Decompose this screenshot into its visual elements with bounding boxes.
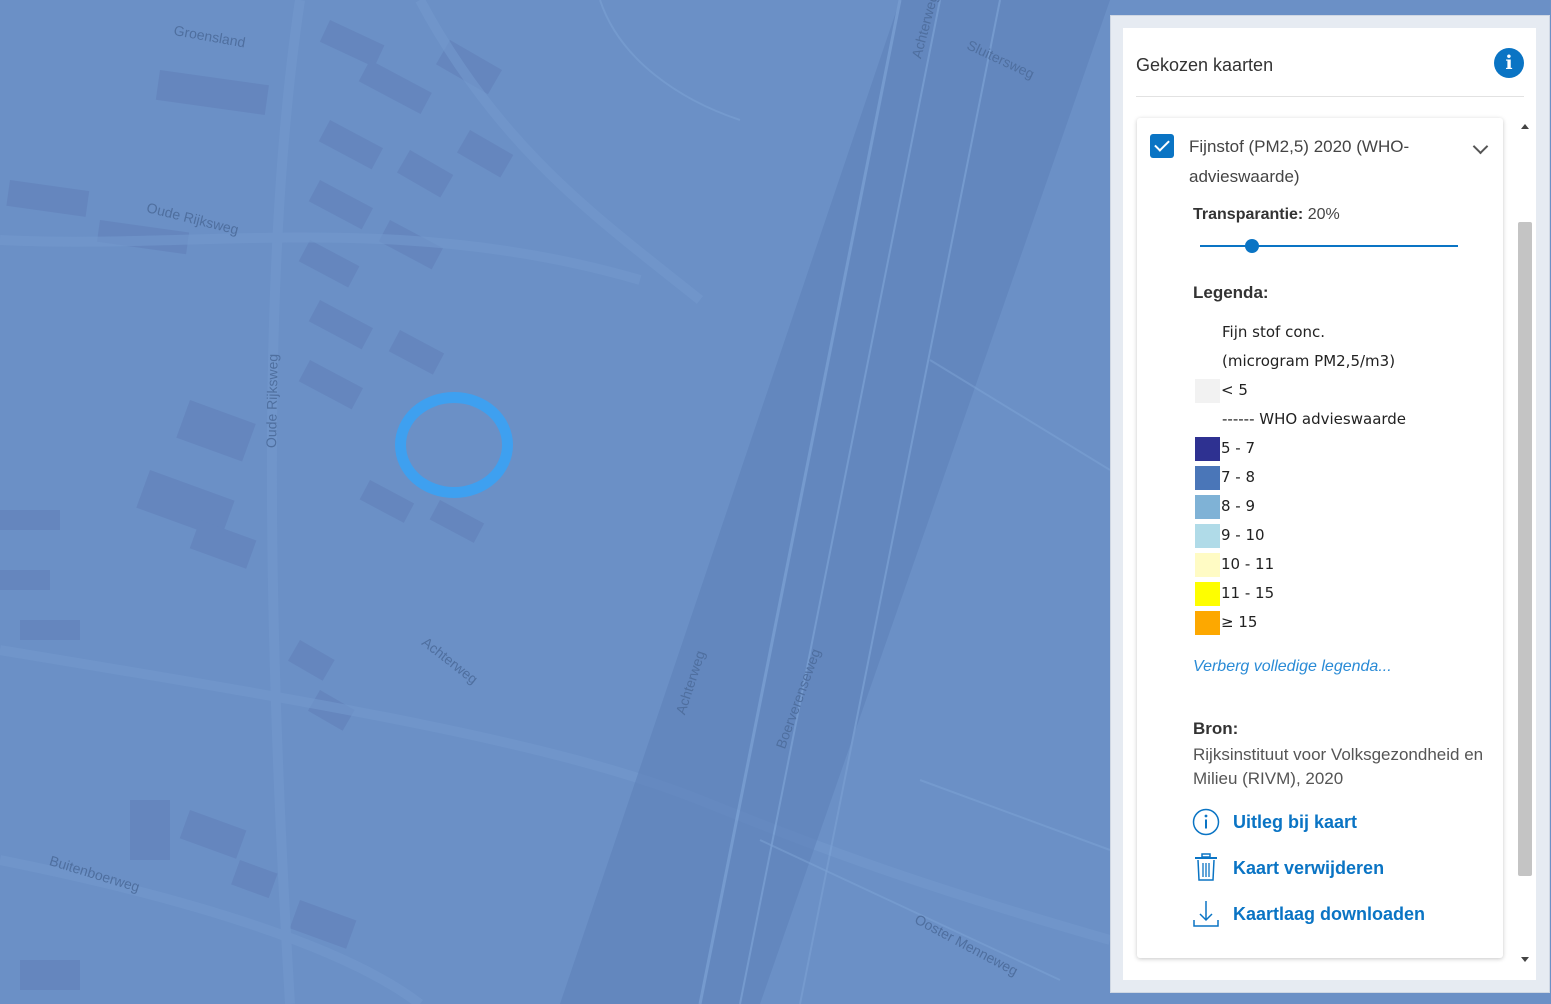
legend-swatch [1195, 582, 1220, 606]
legend-label: ------ WHO advieswaarde [1222, 410, 1407, 428]
legend-label: 8 - 9 [1221, 497, 1256, 515]
transparency-value: 20% [1307, 206, 1340, 223]
action-label: Kaartlaag downloaden [1233, 904, 1426, 924]
trash-icon [1195, 853, 1217, 881]
legend-swatch [1195, 553, 1220, 577]
legend-title: Legenda: [1193, 283, 1269, 302]
transparency-label-text: Transparantie: [1193, 206, 1304, 223]
scroll-up-icon[interactable] [1521, 124, 1529, 129]
legend-swatch [1195, 437, 1220, 461]
source-text: Rijksinstituut voor Volksgezondheid en M… [1193, 745, 1484, 788]
transparency-slider[interactable] [1200, 239, 1458, 253]
action-label: Kaart verwijderen [1233, 858, 1385, 878]
location-marker[interactable] [395, 392, 513, 498]
layers-panel: Gekozen kaarten i Fijnstof (PM2,5) 2020 … [1123, 28, 1536, 980]
transparency-label: Transparantie: 20% [1193, 206, 1340, 224]
legend-label: 9 - 10 [1221, 526, 1265, 544]
chevron-down-icon[interactable] [1472, 138, 1489, 155]
info-circle-icon [1192, 808, 1220, 836]
legend-swatch [1195, 611, 1220, 635]
legend-label: < 5 [1221, 381, 1248, 399]
layer-list: Fijnstof (PM2,5) 2020 (WHO-advieswaarde)… [1137, 118, 1503, 958]
layer-title: Fijnstof (PM2,5) 2020 (WHO-advieswaarde) [1189, 137, 1410, 186]
action-label: Uitleg bij kaart [1233, 812, 1358, 832]
legend-swatch [1195, 466, 1220, 490]
panel-scrollbar[interactable] [1517, 120, 1533, 966]
layer-card: Fijnstof (PM2,5) 2020 (WHO-advieswaarde)… [1137, 118, 1503, 958]
panel-header: Gekozen kaarten i [1136, 28, 1524, 97]
legend-swatch [1195, 495, 1220, 519]
legend-swatch [1195, 524, 1220, 548]
legend-swatch [1195, 379, 1220, 403]
info-icon[interactable]: i [1494, 48, 1524, 78]
legend-label: (microgram PM2,5/m3) [1222, 352, 1396, 370]
download-icon [1193, 901, 1219, 927]
source-title: Bron: [1193, 719, 1239, 738]
legend-label: 7 - 8 [1221, 468, 1256, 486]
legend-label: 11 - 15 [1221, 584, 1275, 602]
hide-legend-link[interactable]: Verberg volledige legenda... [1193, 658, 1392, 676]
legend-label: 10 - 11 [1221, 555, 1275, 573]
panel-title: Gekozen kaarten [1136, 55, 1274, 75]
scroll-thumb[interactable] [1518, 222, 1532, 876]
layer-checkbox[interactable] [1150, 134, 1174, 158]
legend-label: Fijn stof conc. [1222, 323, 1326, 341]
street-label: Oude Rijksweg [263, 353, 281, 449]
legend-label: ≥ 15 [1221, 613, 1258, 631]
legend-label: 5 - 7 [1221, 439, 1256, 457]
slider-handle[interactable] [1244, 239, 1259, 253]
scroll-down-icon[interactable] [1521, 957, 1529, 962]
